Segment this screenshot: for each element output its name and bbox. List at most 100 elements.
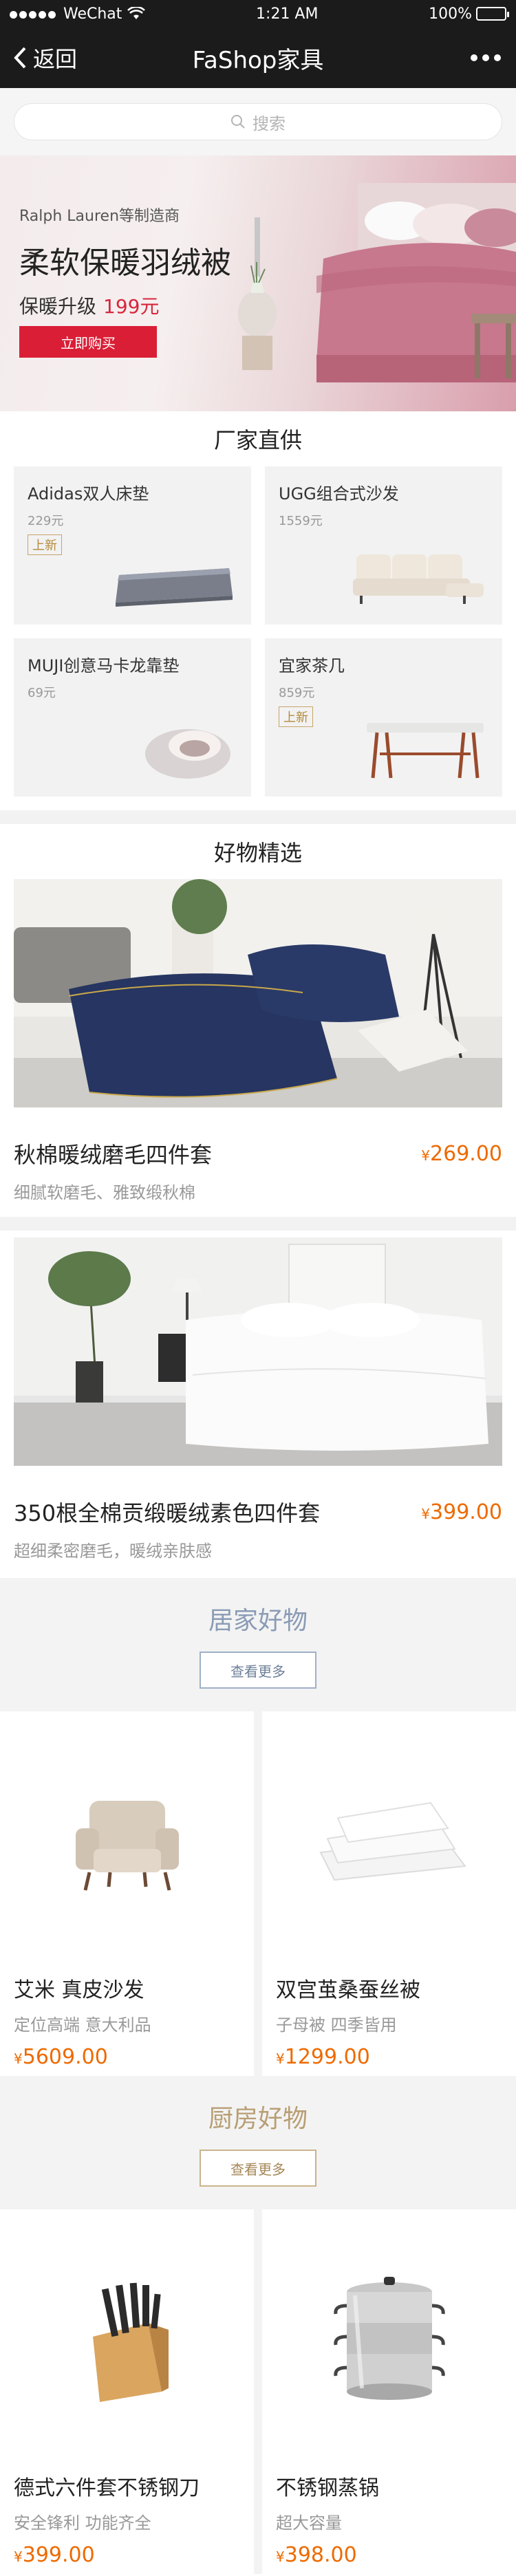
currency-symbol: ¥	[421, 1147, 431, 1164]
home-goods-header: 居家好物 查看更多	[0, 1578, 516, 1711]
factory-card-name: 宜家茶几	[279, 656, 345, 675]
product-name: 不锈钢蒸锅	[276, 2476, 379, 2500]
product-price: ¥399.00	[14, 2543, 240, 2567]
promo-banner[interactable]: Ralph Lauren等制造商 柔软保暖羽绒被 保暖升级 199元 立即购买	[0, 155, 516, 411]
product-image	[276, 2209, 502, 2471]
currency-symbol: ¥	[276, 2050, 285, 2067]
product-card-knives[interactable]: 德式六件套不锈钢刀 安全锋利 功能齐全 ¥399.00	[0, 2209, 254, 2574]
signal-icon	[10, 6, 58, 23]
factory-card-name: Adidas双人床垫	[28, 484, 149, 504]
featured-title-row: 350根全棉贡缎暖绒素色四件套 ¥399.00	[14, 1496, 502, 1528]
featured-price: ¥269.00	[421, 1142, 502, 1166]
back-button[interactable]: 返回	[12, 28, 77, 88]
product-description: 定位高端 意大利品	[14, 2015, 151, 2035]
featured-description: 超细柔密磨毛，暖绒亲肤感	[14, 1541, 212, 1561]
silk-quilt-image	[319, 1801, 466, 1881]
chevron-left-icon	[14, 47, 26, 69]
product-description: 超大容量	[276, 2513, 342, 2533]
banner-price-line: 保暖升级 199元	[19, 292, 231, 319]
navigation-bar: 返回 FaShop家具	[0, 28, 516, 88]
factory-card-price: 69元	[28, 686, 56, 700]
banner-title: 柔软保暖羽绒被	[19, 246, 231, 281]
product-price: ¥5609.00	[14, 2045, 240, 2069]
product-price-value: 399.00	[22, 2543, 95, 2567]
featured-title-row: 秋棉暖绒磨毛四件套 ¥269.00	[14, 1138, 502, 1169]
factory-card-mattress[interactable]: Adidas双人床垫 229元 上新	[14, 466, 251, 625]
page-title: FaShop家具	[192, 46, 324, 74]
product-price: ¥398.00	[276, 2543, 502, 2567]
battery-indicator: 100%	[429, 6, 509, 23]
product-card-sofa[interactable]: 艾米 真皮沙发 定位高端 意大利品 ¥5609.00	[0, 1711, 254, 2076]
white-bedding-image	[14, 1237, 502, 1466]
home-goods-more-button[interactable]: 查看更多	[200, 1652, 316, 1689]
section-divider	[0, 1217, 516, 1231]
featured-price-value: 269.00	[430, 1141, 502, 1166]
product-description: 安全锋利 功能齐全	[14, 2513, 151, 2533]
featured-price: ¥399.00	[421, 1500, 502, 1524]
factory-card-cushion[interactable]: MUJI创意马卡龙靠垫 69元	[14, 638, 251, 797]
duvet-bedroom-image	[238, 183, 516, 382]
more-menu-button[interactable]	[471, 28, 501, 88]
knife-block-image	[92, 2282, 169, 2402]
armchair-image	[75, 1801, 179, 1891]
featured-item[interactable]: 秋棉暖绒磨毛四件套 ¥269.00 细腻软磨毛、雅致缎秋棉	[0, 879, 516, 1203]
wifi-icon	[127, 7, 146, 19]
factory-card-name: MUJI创意马卡龙靠垫	[28, 656, 180, 675]
kitchen-goods-header: 厨房好物 查看更多	[0, 2076, 516, 2209]
mattress-image	[116, 568, 233, 607]
product-price-value: 5609.00	[22, 2045, 108, 2069]
product-image	[276, 1711, 502, 1973]
kitchen-goods-more-button[interactable]: 查看更多	[200, 2150, 316, 2187]
currency-symbol: ¥	[14, 2050, 23, 2067]
factory-section-heading: 厂家直供	[213, 427, 302, 453]
status-time: 1:21 AM	[256, 5, 319, 23]
factory-card-price: 859元	[279, 686, 315, 700]
search-bar: 搜索	[0, 88, 516, 155]
product-description: 子母被 四季皆用	[276, 2015, 397, 2035]
back-label: 返回	[33, 46, 78, 72]
coffee-table-image	[367, 723, 484, 779]
status-bar: WeChat 1:21 AM 100%	[0, 0, 516, 28]
buy-now-button[interactable]: 立即购买	[19, 326, 157, 358]
navy-bedding-image	[14, 879, 502, 1107]
search-input[interactable]: 搜索	[14, 103, 502, 140]
banner-text: Ralph Lauren等制造商 柔软保暖羽绒被 保暖升级 199元	[19, 204, 231, 319]
cushion-image	[145, 729, 230, 779]
featured-title: 350根全棉贡缎暖绒素色四件套	[14, 1500, 321, 1526]
status-left: WeChat	[10, 5, 146, 23]
factory-grid: Adidas双人床垫 229元 上新 UGG组合式沙发 1559元 MUJI创意…	[0, 466, 516, 797]
home-goods-title: 居家好物	[208, 1607, 308, 1635]
factory-card-sofa[interactable]: UGG组合式沙发 1559元	[265, 466, 502, 625]
currency-symbol: ¥	[14, 2548, 23, 2565]
featured-item[interactable]: 350根全棉贡缎暖绒素色四件套 ¥399.00 超细柔密磨毛，暖绒亲肤感	[0, 1231, 516, 1561]
carrier-label: WeChat	[63, 5, 122, 23]
featured-price-value: 399.00	[430, 1500, 502, 1524]
home-goods-grid: 艾米 真皮沙发 定位高端 意大利品 ¥5609.00 双宫茧桑蚕丝被 子母被 四…	[0, 1711, 516, 2076]
product-name: 双宫茧桑蚕丝被	[276, 1978, 420, 2002]
battery-icon	[475, 7, 509, 21]
factory-card-table[interactable]: 宜家茶几 859元 上新	[265, 638, 502, 797]
currency-symbol: ¥	[276, 2548, 285, 2565]
factory-card-name: UGG组合式沙发	[279, 484, 399, 504]
banner-price: 199元	[103, 295, 160, 318]
product-price-value: 1299.00	[284, 2045, 370, 2069]
steamer-pot-image	[333, 2277, 445, 2400]
featured-title: 秋棉暖绒磨毛四件套	[14, 1142, 213, 1168]
kitchen-goods-title: 厨房好物	[208, 2105, 308, 2133]
product-image	[14, 1711, 240, 1973]
featured-description: 细腻软磨毛、雅致缎秋棉	[14, 1183, 195, 1202]
new-badge: 上新	[28, 534, 62, 555]
search-icon	[231, 115, 245, 129]
sofa-image	[353, 554, 484, 604]
product-card-quilt[interactable]: 双宫茧桑蚕丝被 子母被 四季皆用 ¥1299.00	[262, 1711, 516, 2076]
product-image	[14, 2209, 240, 2471]
factory-card-price: 229元	[28, 514, 64, 528]
product-price-value: 398.00	[284, 2543, 357, 2567]
search-placeholder: 搜索	[252, 113, 286, 133]
featured-section-heading: 好物精选	[213, 840, 302, 866]
product-name: 艾米 真皮沙发	[14, 1978, 144, 2002]
banner-price-label: 保暖升级	[19, 295, 97, 318]
factory-card-price: 1559元	[279, 514, 323, 528]
section-divider	[0, 810, 516, 824]
product-card-steamer[interactable]: 不锈钢蒸锅 超大容量 ¥398.00	[262, 2209, 516, 2574]
